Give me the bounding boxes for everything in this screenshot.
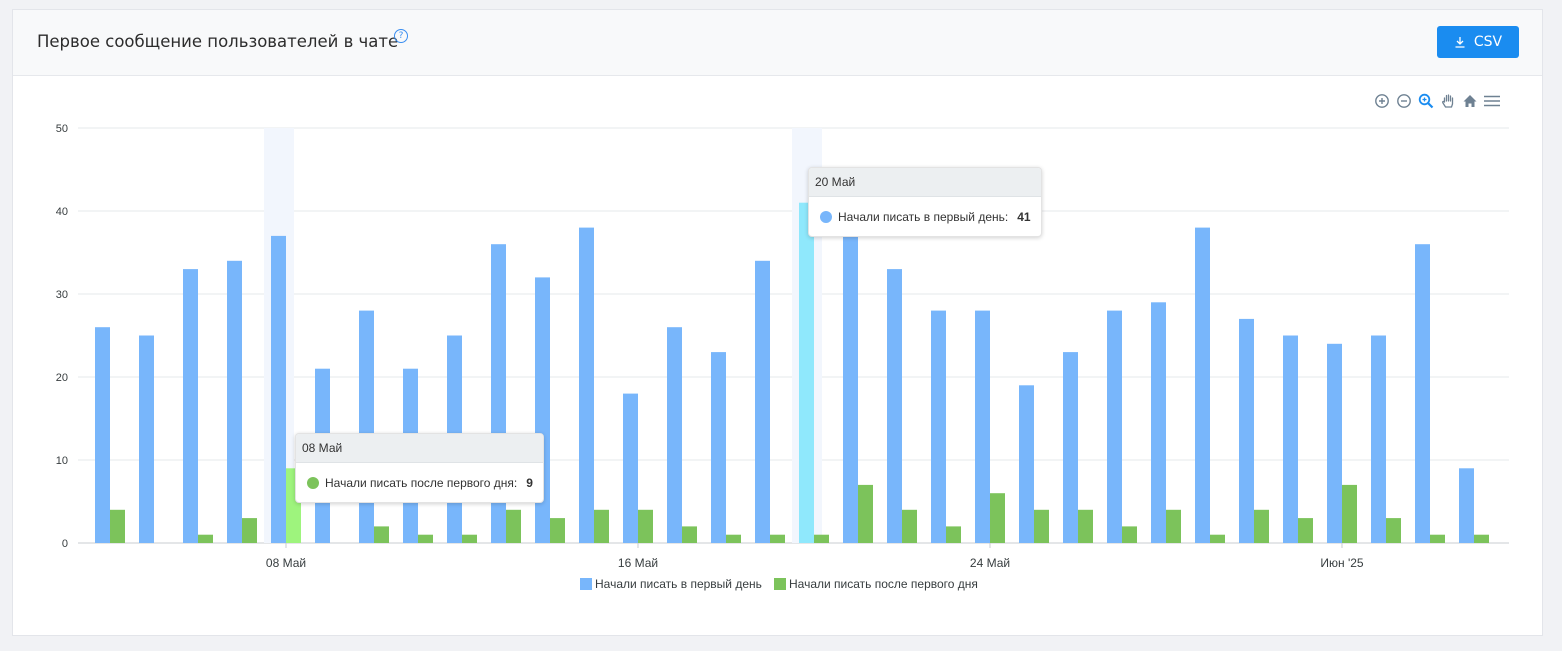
tooltip-marker [307, 477, 319, 489]
tooltip-label: Начали писать в первый день: [838, 210, 1009, 224]
bar-after-first-day[interactable] [1386, 518, 1401, 543]
bar-after-first-day[interactable] [198, 534, 213, 543]
bar-first-day[interactable] [931, 310, 946, 543]
legend-item-first-day[interactable]: Начали писать в первый день [595, 577, 762, 591]
bar-first-day[interactable] [1327, 343, 1342, 543]
x-axis-ticks: 08 Май 16 Май 24 Май Июн '25 [266, 543, 1364, 570]
bar-after-first-day[interactable] [858, 484, 873, 543]
bar-first-day[interactable] [1063, 352, 1078, 543]
bar-after-first-day[interactable] [770, 534, 785, 543]
bar-after-first-day[interactable] [946, 526, 961, 543]
y-tick-label: 10 [56, 455, 68, 467]
bar-first-day[interactable] [271, 235, 286, 543]
x-tick-label: 08 Май [266, 556, 306, 570]
tooltip-title: 08 Май [296, 434, 543, 463]
bar-after-first-day[interactable] [1430, 534, 1445, 543]
bar-first-day[interactable] [535, 277, 550, 543]
legend-marker[interactable] [774, 578, 786, 590]
bar-after-first-day[interactable] [1210, 534, 1225, 543]
bar-first-day[interactable] [227, 260, 242, 543]
y-tick-label: 0 [62, 538, 68, 550]
bar-after-first-day[interactable] [1166, 509, 1181, 543]
bar-first-day[interactable] [1371, 335, 1386, 544]
bar-first-day[interactable] [1151, 302, 1166, 543]
bar-first-day[interactable] [843, 235, 858, 543]
bar-after-first-day[interactable] [418, 534, 433, 543]
bar-after-first-day[interactable] [990, 493, 1005, 543]
bar-after-first-day[interactable] [1474, 534, 1489, 543]
tooltip-label: Начали писать после первого дня: [325, 476, 518, 490]
bar-after-first-day[interactable] [462, 534, 477, 543]
y-tick-label: 20 [56, 372, 68, 384]
x-tick-label: 16 Май [618, 556, 658, 570]
tooltip-after-first-day: 08 Май Начали писать после первого дня: … [295, 433, 544, 503]
bar-after-first-day[interactable] [682, 526, 697, 543]
bar-first-day[interactable] [975, 310, 990, 543]
bar-first-day[interactable] [1239, 318, 1254, 543]
y-tick-label: 30 [56, 289, 68, 301]
bar-after-first-day[interactable] [1254, 509, 1269, 543]
y-tick-label: 50 [56, 123, 68, 135]
bar-after-first-day[interactable] [1298, 518, 1313, 543]
bar-first-day[interactable] [623, 393, 638, 543]
bar-first-day[interactable] [755, 260, 770, 543]
bar-first-day[interactable] [579, 227, 594, 543]
x-tick-label: 24 Май [970, 556, 1010, 570]
bar-after-first-day[interactable] [902, 509, 917, 543]
bar-first-day[interactable] [1459, 468, 1474, 543]
bar-first-day[interactable] [1107, 310, 1122, 543]
bar-after-first-day[interactable] [638, 509, 653, 543]
bar-first-day[interactable] [1195, 227, 1210, 543]
bar-chart: 0 10 20 30 40 50 08 Май 16 Май 24 Май Июн '25 На… [56, 123, 1509, 591]
bar-after-first-day[interactable] [1122, 526, 1137, 543]
bar-after-first-day[interactable] [374, 526, 389, 543]
bar-after-first-day[interactable] [726, 534, 741, 543]
tooltip-value: 41 [1017, 210, 1031, 224]
bar-after-first-day[interactable] [814, 534, 829, 543]
bar-first-day[interactable] [359, 310, 374, 543]
bar-after-first-day[interactable] [594, 509, 609, 543]
bar-first-day[interactable] [667, 327, 682, 543]
bar-first-day[interactable] [183, 269, 198, 543]
bar-first-day[interactable] [887, 269, 902, 543]
bar-after-first-day[interactable] [1078, 509, 1093, 543]
bar-first-day[interactable] [1283, 335, 1298, 544]
legend-item-after-first-day[interactable]: Начали писать после первого дня [789, 577, 978, 591]
bar-after-first-day[interactable] [1034, 509, 1049, 543]
bar-after-first-day[interactable] [110, 509, 125, 543]
bar-first-day[interactable] [95, 327, 110, 543]
x-tick-label: Июн '25 [1320, 556, 1364, 570]
y-axis-ticks: 0 10 20 30 40 50 [56, 123, 68, 550]
bar-first-day[interactable] [711, 352, 726, 543]
legend[interactable]: Начали писать в первый день Начали писать… [580, 577, 978, 591]
bar-after-first-day[interactable] [550, 518, 565, 543]
tooltip-first-day: 20 Май Начали писать в первый день: 41 [808, 167, 1042, 237]
bar-first-day[interactable] [139, 335, 154, 544]
bar-after-first-day[interactable] [1342, 484, 1357, 543]
tooltip-value: 9 [526, 476, 533, 490]
tooltip-marker [820, 211, 832, 223]
bar-after-first-day[interactable] [242, 518, 257, 543]
legend-marker[interactable] [580, 578, 592, 590]
bar-first-day[interactable] [799, 202, 814, 543]
bar-first-day[interactable] [1019, 385, 1034, 543]
bar-first-day[interactable] [1415, 244, 1430, 543]
bar-after-first-day[interactable] [506, 509, 521, 543]
y-tick-label: 40 [56, 206, 68, 218]
tooltip-title: 20 Май [809, 168, 1041, 197]
